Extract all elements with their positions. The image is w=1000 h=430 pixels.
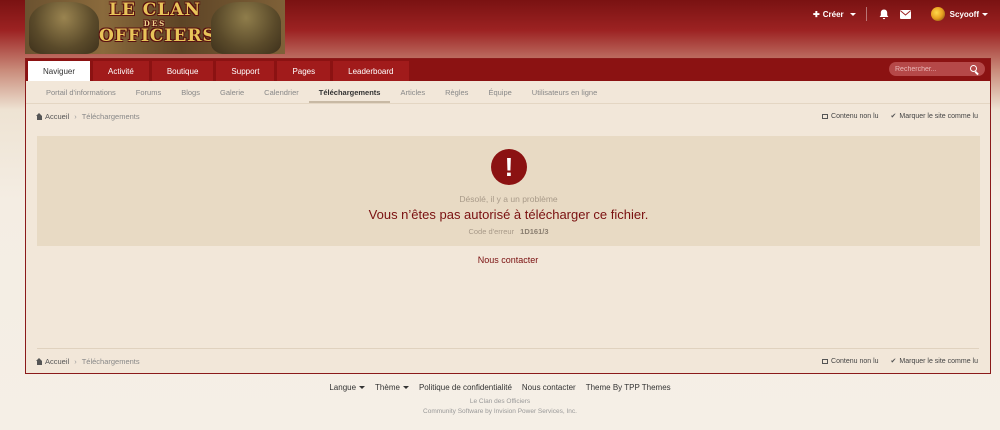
subnav-item-calendrier[interactable]: Calendrier [254,81,309,104]
contact-us-link[interactable]: Nous contacter [478,255,539,265]
site-name: Le Clan des Officiers [469,398,531,405]
secondary-navigation: Portail d'informations Forums Blogs Gale… [26,81,990,104]
breadcrumb-home[interactable]: Accueil [36,357,69,366]
breadcrumb-current[interactable]: Téléchargements [82,357,140,366]
subnav-item-regles[interactable]: Règles [435,81,478,104]
subnav-item-portail[interactable]: Portail d'informations [36,81,126,104]
tab-naviguer[interactable]: Naviguer [28,61,91,81]
avatar[interactable] [930,7,945,21]
primary-navigation: Naviguer Activité Boutique Support Pages… [26,59,990,81]
chevron-down-icon [849,12,856,16]
error-message-box: ! Désolé, il y a un problème Vous n’êtes… [37,136,980,246]
soldier-right-image [211,2,281,54]
breadcrumb-actions: Contenu non lu ✔ Marquer le site comme l… [822,110,978,122]
privacy-policy-link[interactable]: Politique de confidentialité [419,383,512,392]
unread-icon [822,113,829,119]
unread-content-link[interactable]: Contenu non lu [822,357,879,365]
chevron-right-icon: › [74,111,77,121]
unread-label: Contenu non lu [831,357,879,365]
theme-credit-link[interactable]: Theme By TPP Themes [586,383,671,392]
logo-text: LE CLAN DES OFFICIERS [99,0,216,46]
subnav-item-equipe[interactable]: Équipe [478,81,521,104]
theme-menu[interactable]: Thème [375,383,409,392]
mark-read-label: Marquer le site comme lu [899,357,978,365]
unread-icon [822,358,829,364]
username[interactable]: Scyooff [950,10,979,19]
tab-leaderboard[interactable]: Leaderboard [333,61,409,81]
create-button[interactable]: ✚ Créer [813,7,867,21]
footer-contact-link[interactable]: Nous contacter [522,383,576,392]
subnav-item-utilisateurs[interactable]: Utilisateurs en ligne [522,81,607,104]
unread-content-link[interactable]: Contenu non lu [822,112,879,120]
error-code: 1D161/3 [520,227,549,236]
subnav-item-forums[interactable]: Forums [126,81,171,104]
subnav-item-galerie[interactable]: Galerie [210,81,254,104]
tab-support[interactable]: Support [216,61,275,81]
messages-button[interactable] [899,7,913,21]
subnav-item-telechargements[interactable]: Téléchargements [308,81,391,104]
error-subtitle: Désolé, il y a un problème [459,194,558,204]
language-menu[interactable]: Langue [329,383,366,392]
tab-boutique[interactable]: Boutique [151,61,214,81]
home-icon [36,112,43,120]
subnav-item-blogs[interactable]: Blogs [171,81,210,104]
error-code-label: Code d'erreur [468,227,515,236]
chevron-right-icon: › [74,356,77,366]
chevron-down-icon [402,386,409,389]
breadcrumb-actions-bottom: Contenu non lu ✔ Marquer le site comme l… [822,355,978,367]
breadcrumb-home-label: Accueil [45,111,70,121]
divider [37,348,979,349]
user-bar: ✚ Créer Scyooff [813,6,988,22]
tab-activite[interactable]: Activité [93,61,149,81]
main-panel: Naviguer Activité Boutique Support Pages… [25,58,991,374]
unread-label: Contenu non lu [831,112,879,120]
site-logo[interactable]: LE CLAN DES OFFICIERS [25,0,285,54]
user-menu-chevron-icon[interactable] [982,12,988,16]
breadcrumb-home-label: Accueil [45,356,70,366]
create-label: Créer [822,9,844,19]
language-label: Langue [329,383,357,392]
powered-by[interactable]: Community Software by Invision Power Ser… [0,408,1000,415]
error-message: Vous n’êtes pas autorisé à télécharger c… [368,207,649,222]
site-footer: Langue Thème Politique de confidentialit… [0,383,1000,415]
breadcrumb: Accueil › Téléchargements [36,110,140,122]
search-box[interactable] [889,62,985,76]
check-icon: ✔ [890,113,897,120]
breadcrumb-bottom: Accueil › Téléchargements [36,355,140,367]
subnav-item-articles[interactable]: Articles [390,81,435,104]
mark-read-link[interactable]: ✔ Marquer le site comme lu [890,112,978,121]
exclamation-icon: ! [491,149,527,185]
error-code-line: Code d'erreur 1D161/3 [37,227,980,236]
breadcrumb-home[interactable]: Accueil [36,112,69,121]
search-icon[interactable] [970,64,979,74]
logo-line-1: LE CLAN [108,0,202,20]
home-icon [36,357,43,365]
soldier-left-image [29,2,99,54]
footer-links: Langue Thème Politique de confidentialit… [0,383,1000,392]
check-icon: ✔ [890,358,897,365]
notifications-button[interactable] [877,7,891,21]
mark-read-link[interactable]: ✔ Marquer le site comme lu [890,357,978,366]
site-header: LE CLAN DES OFFICIERS ✚ Créer Scyooff [0,0,1000,58]
contact-link-wrapper: Nous contacter [26,255,990,265]
chevron-down-icon [359,386,366,389]
breadcrumb-current[interactable]: Téléchargements [82,112,140,121]
tab-pages[interactable]: Pages [277,61,331,81]
envelope-icon [900,9,912,19]
mark-read-label: Marquer le site comme lu [899,112,978,120]
search-input[interactable] [895,65,967,73]
bell-icon [879,9,889,19]
logo-line-3: OFFICIERS [99,26,216,46]
plus-icon: ✚ [813,9,820,19]
theme-label: Thème [375,383,400,392]
